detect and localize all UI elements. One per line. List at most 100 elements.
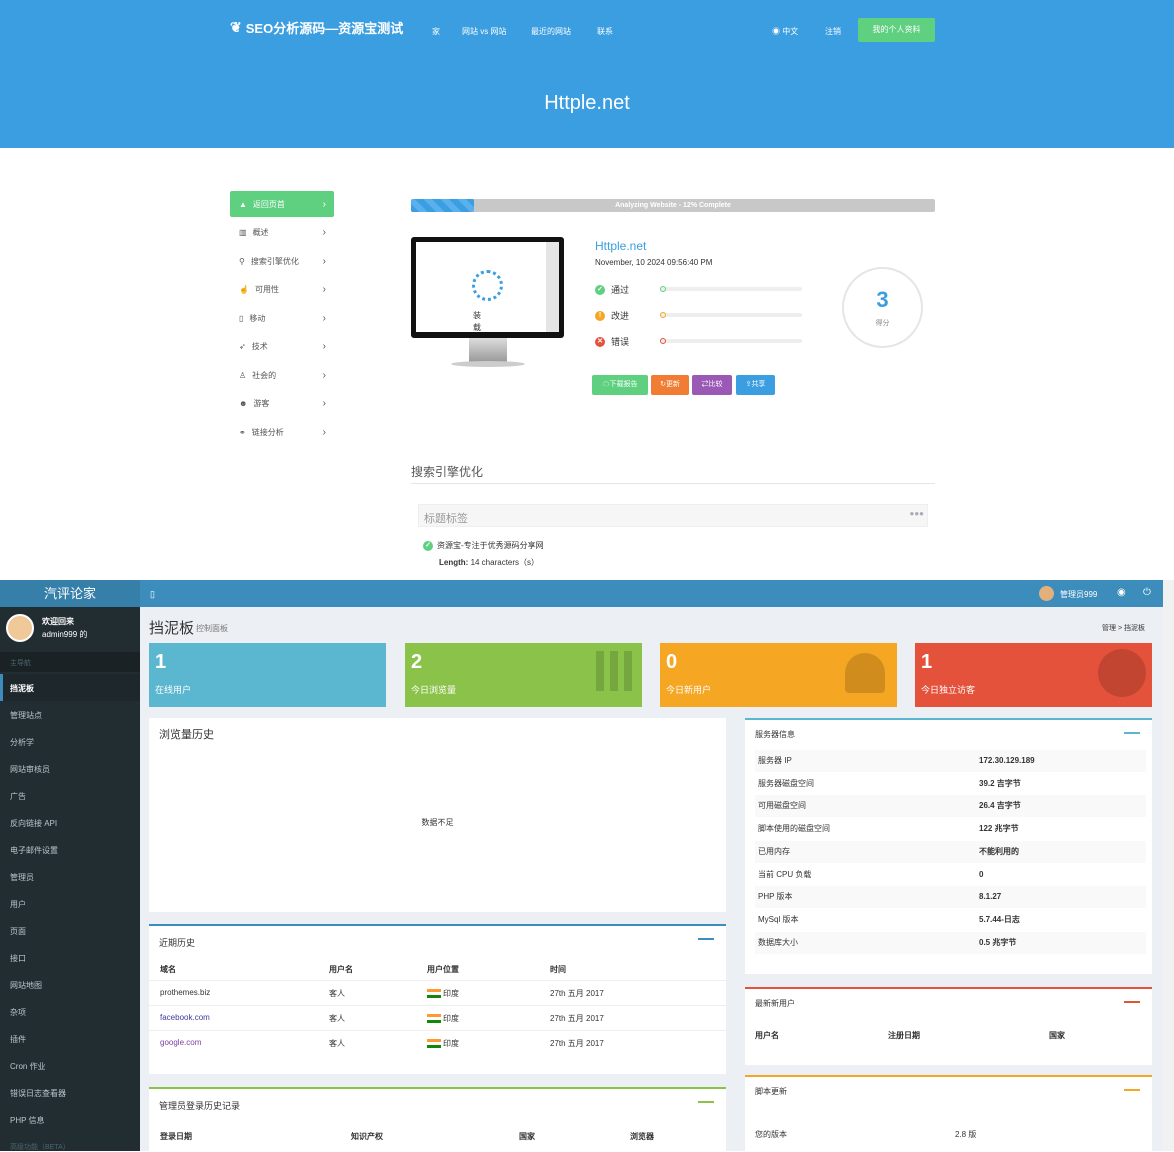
menu-item[interactable]: 管理员	[10, 872, 34, 883]
menu-item[interactable]: 管理站点	[10, 710, 42, 721]
col-header: 时间	[550, 965, 566, 974]
nav-compare[interactable]: 网站 vs 网站	[462, 26, 506, 37]
server-info-row: MySql 版本 5.7.44-日志	[755, 908, 1146, 931]
page-title: Httple.net	[544, 92, 630, 114]
sidebar-item-8[interactable]: ⚭ 链接分析 ›	[230, 419, 334, 445]
logout-link[interactable]: 注销	[825, 26, 841, 37]
table-cell: 27th 五月 2017	[550, 1039, 604, 1048]
sidebar-item-label: 搜索引擎优化	[250, 256, 299, 266]
menu-item[interactable]: 分析学	[10, 737, 34, 748]
divider	[411, 483, 935, 484]
score-value: 3	[876, 287, 889, 312]
menu-item[interactable]: 错误日志查看器	[10, 1088, 66, 1099]
update-button[interactable]: ↻更新	[651, 375, 689, 395]
sidebar-toggle-icon[interactable]: ▯	[150, 589, 155, 600]
progress-text: Analyzing Website - 12% Complete	[615, 202, 731, 209]
title-tag-heading: 标题标签	[424, 513, 468, 525]
stat-new-users: 0 今日新用户	[660, 643, 897, 707]
sidebar-item-label: 技术	[251, 342, 268, 351]
menu-item[interactable]: 电子邮件设置	[10, 845, 58, 856]
sidebar-item-7[interactable]: ☻ 游客 ›	[230, 391, 334, 417]
admin-panel-screenshot: 汽评论家 ▯ 管理员999 ◉ ⏻ 欢迎回来 admin999 的 主导航 挡泥…	[0, 580, 1174, 1151]
chevron-up-icon: ▲	[239, 199, 247, 209]
domain-link[interactable]: google.com	[160, 1038, 201, 1047]
menu-item[interactable]: 反向链接 API	[10, 818, 57, 829]
stat-online-users: 1 在线用户	[149, 643, 386, 707]
menu-item[interactable]: 插件	[10, 1034, 26, 1045]
language-selector[interactable]: ◉ 中文	[772, 26, 798, 37]
menu-item[interactable]: 接口	[10, 953, 26, 964]
collapse-button[interactable]	[1124, 1089, 1140, 1092]
newest-users-box: 最新新用户 用户名 注册日期 国家	[745, 987, 1152, 1065]
menu-item[interactable]: 杂项	[10, 1007, 26, 1018]
menu-item[interactable]: 用户	[10, 899, 26, 910]
domain-link[interactable]: facebook.com	[160, 1013, 210, 1022]
server-info-value: 122 兆字节	[979, 824, 1019, 834]
sidebar-item-label: 游客	[253, 399, 270, 408]
link-icon: ⚭	[239, 427, 246, 437]
newest-users-title: 最新新用户	[755, 999, 795, 1008]
breadcrumb: 管理 > 挡泥板	[1102, 625, 1145, 632]
sidebar-item-2[interactable]: ⚲ 搜索引擎优化 ›	[230, 248, 334, 274]
score-circle: 3 得分	[842, 267, 923, 348]
sidebar-item-6[interactable]: ♙ 社会的 ›	[230, 362, 334, 388]
server-info-key: 服务器磁盘空间	[758, 778, 814, 788]
server-info-row: 脚本使用的磁盘空间 122 兆字节	[755, 818, 1146, 841]
menu-item[interactable]: Cron 作业	[10, 1061, 46, 1072]
menu-item[interactable]: 网站地图	[10, 980, 42, 991]
sidebar-item-4[interactable]: ▯ 移动 ›	[230, 305, 334, 331]
sidebar-item-1[interactable]: ▥ 概述 ›	[230, 220, 334, 246]
sidebar-item-0[interactable]: ▲ 返回页首 ›	[230, 191, 334, 217]
nav-recent[interactable]: 最近的网站	[531, 26, 571, 37]
sidebar-item-label: 可用性	[254, 285, 279, 294]
domain-link[interactable]: prothemes.biz	[160, 988, 210, 997]
collapse-button[interactable]	[698, 938, 714, 941]
server-info-row: 服务器 IP 172.30.129.189	[755, 750, 1146, 772]
admin-brand[interactable]: 汽评论家	[0, 580, 140, 607]
menu-item[interactable]: 网站审核员	[10, 764, 50, 775]
nav-contact[interactable]: 联系	[597, 26, 613, 37]
title-tag-result: ✓ 资源宝-专注于优秀源码分享网	[423, 540, 544, 551]
seo-section-title: 搜索引擎优化	[411, 465, 484, 479]
server-info-key: 服务器 IP	[758, 756, 792, 765]
monitor-screenshot: 装载	[411, 237, 564, 372]
col-header: 用户名	[329, 965, 353, 974]
profile-button[interactable]: 我的个人资料	[858, 18, 935, 42]
admin-username[interactable]: 管理员999	[1060, 589, 1097, 600]
site-name-link[interactable]: Httple.net	[595, 239, 646, 253]
collapse-button[interactable]	[1124, 732, 1140, 735]
menu-item[interactable]: PHP 信息	[10, 1115, 45, 1126]
more-options-icon[interactable]: ●●●	[910, 509, 925, 518]
sidebar-item-label: 移动	[249, 313, 266, 323]
power-icon[interactable]: ⏻	[1143, 587, 1151, 598]
globe-icon[interactable]: ◉	[1117, 587, 1126, 598]
sidebar-item-label: 返回页首	[252, 199, 285, 209]
server-info-value: 8.1.27	[979, 892, 1002, 902]
error-meter	[660, 338, 802, 344]
collapse-button[interactable]	[698, 1101, 714, 1104]
bar-chart-icon: ▥	[239, 228, 247, 237]
scrollbar[interactable]	[1163, 580, 1174, 1151]
collapse-button[interactable]	[1124, 1001, 1140, 1004]
avatar[interactable]	[1039, 586, 1054, 601]
script-update-title: 脚本更新	[755, 1087, 787, 1096]
site-logo[interactable]: ❦ SEO分析源码—资源宝测试	[230, 18, 403, 37]
menu-item[interactable]: 页面	[10, 926, 26, 937]
table-cell: 印度	[443, 1014, 459, 1023]
download-report-button[interactable]: ☁下载报告	[592, 375, 648, 395]
server-info-value: 172.30.129.189	[979, 756, 1035, 765]
menu-item[interactable]: 广告	[10, 791, 26, 802]
user-avatar	[6, 614, 34, 642]
menu-item[interactable]: 挡泥板	[10, 683, 34, 694]
check-icon: ✓	[423, 540, 433, 551]
sidebar-item-5[interactable]: ➶ 技术 ›	[230, 334, 334, 360]
row-divider	[149, 980, 726, 981]
nav-home[interactable]: 家	[432, 26, 440, 37]
sidebar-item-3[interactable]: ☝ 可用性 ›	[230, 277, 334, 303]
col-header: 域名	[160, 965, 176, 974]
compare-button[interactable]: ⇄比较	[692, 375, 732, 395]
share-button[interactable]: ⇪共享	[736, 375, 775, 395]
loading-text: 装载	[473, 311, 481, 332]
sidebar-item-label: 链接分析	[251, 427, 284, 437]
row-divider	[149, 1005, 726, 1006]
